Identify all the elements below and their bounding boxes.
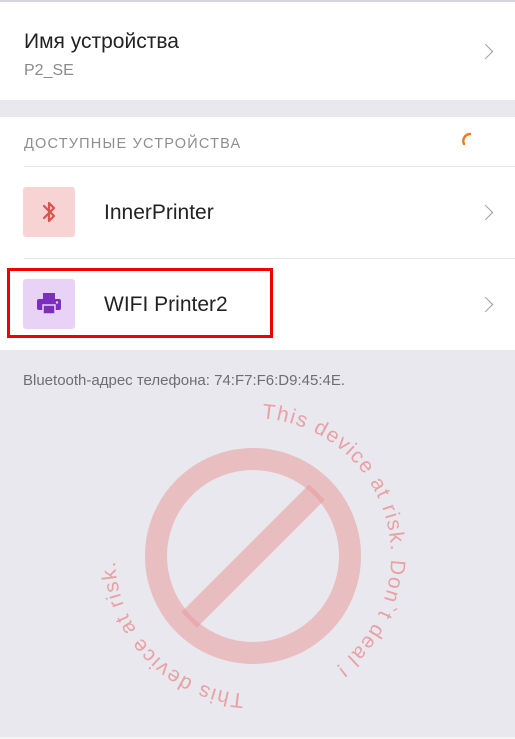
device-name-row[interactable]: Имя устройства P2_SE xyxy=(0,2,515,100)
watermark-text: This device at risk. Don`t deal ! xyxy=(98,401,243,711)
device-name-value: P2_SE xyxy=(24,62,74,79)
device-name-title: Имя устройства xyxy=(24,30,179,53)
svg-text:This device at risk. Don`t dea: This device at risk. Don`t deal ! xyxy=(98,401,245,711)
prohibition-slash xyxy=(181,484,325,628)
bluetooth-icon xyxy=(42,201,56,223)
chevron-right-icon xyxy=(477,204,494,221)
bluetooth-address-text: Bluetooth-адрес телефона: 74:F7:F6:D9:45… xyxy=(23,372,346,389)
chevron-right-icon xyxy=(477,43,494,60)
loading-spinner-icon xyxy=(462,132,472,146)
section-header: ДОСТУПНЫЕ УСТРОЙСТВА xyxy=(24,136,242,152)
device-row-innerprinter[interactable]: InnerPrinter xyxy=(0,167,515,257)
device-label: InnerPrinter xyxy=(104,201,214,224)
warning-watermark: This device at risk. Don`t deal ! This d… xyxy=(98,401,408,711)
chevron-right-icon xyxy=(477,296,494,313)
bluetooth-icon-box xyxy=(23,187,75,237)
section-gap xyxy=(0,100,515,117)
highlight-box xyxy=(7,268,273,338)
